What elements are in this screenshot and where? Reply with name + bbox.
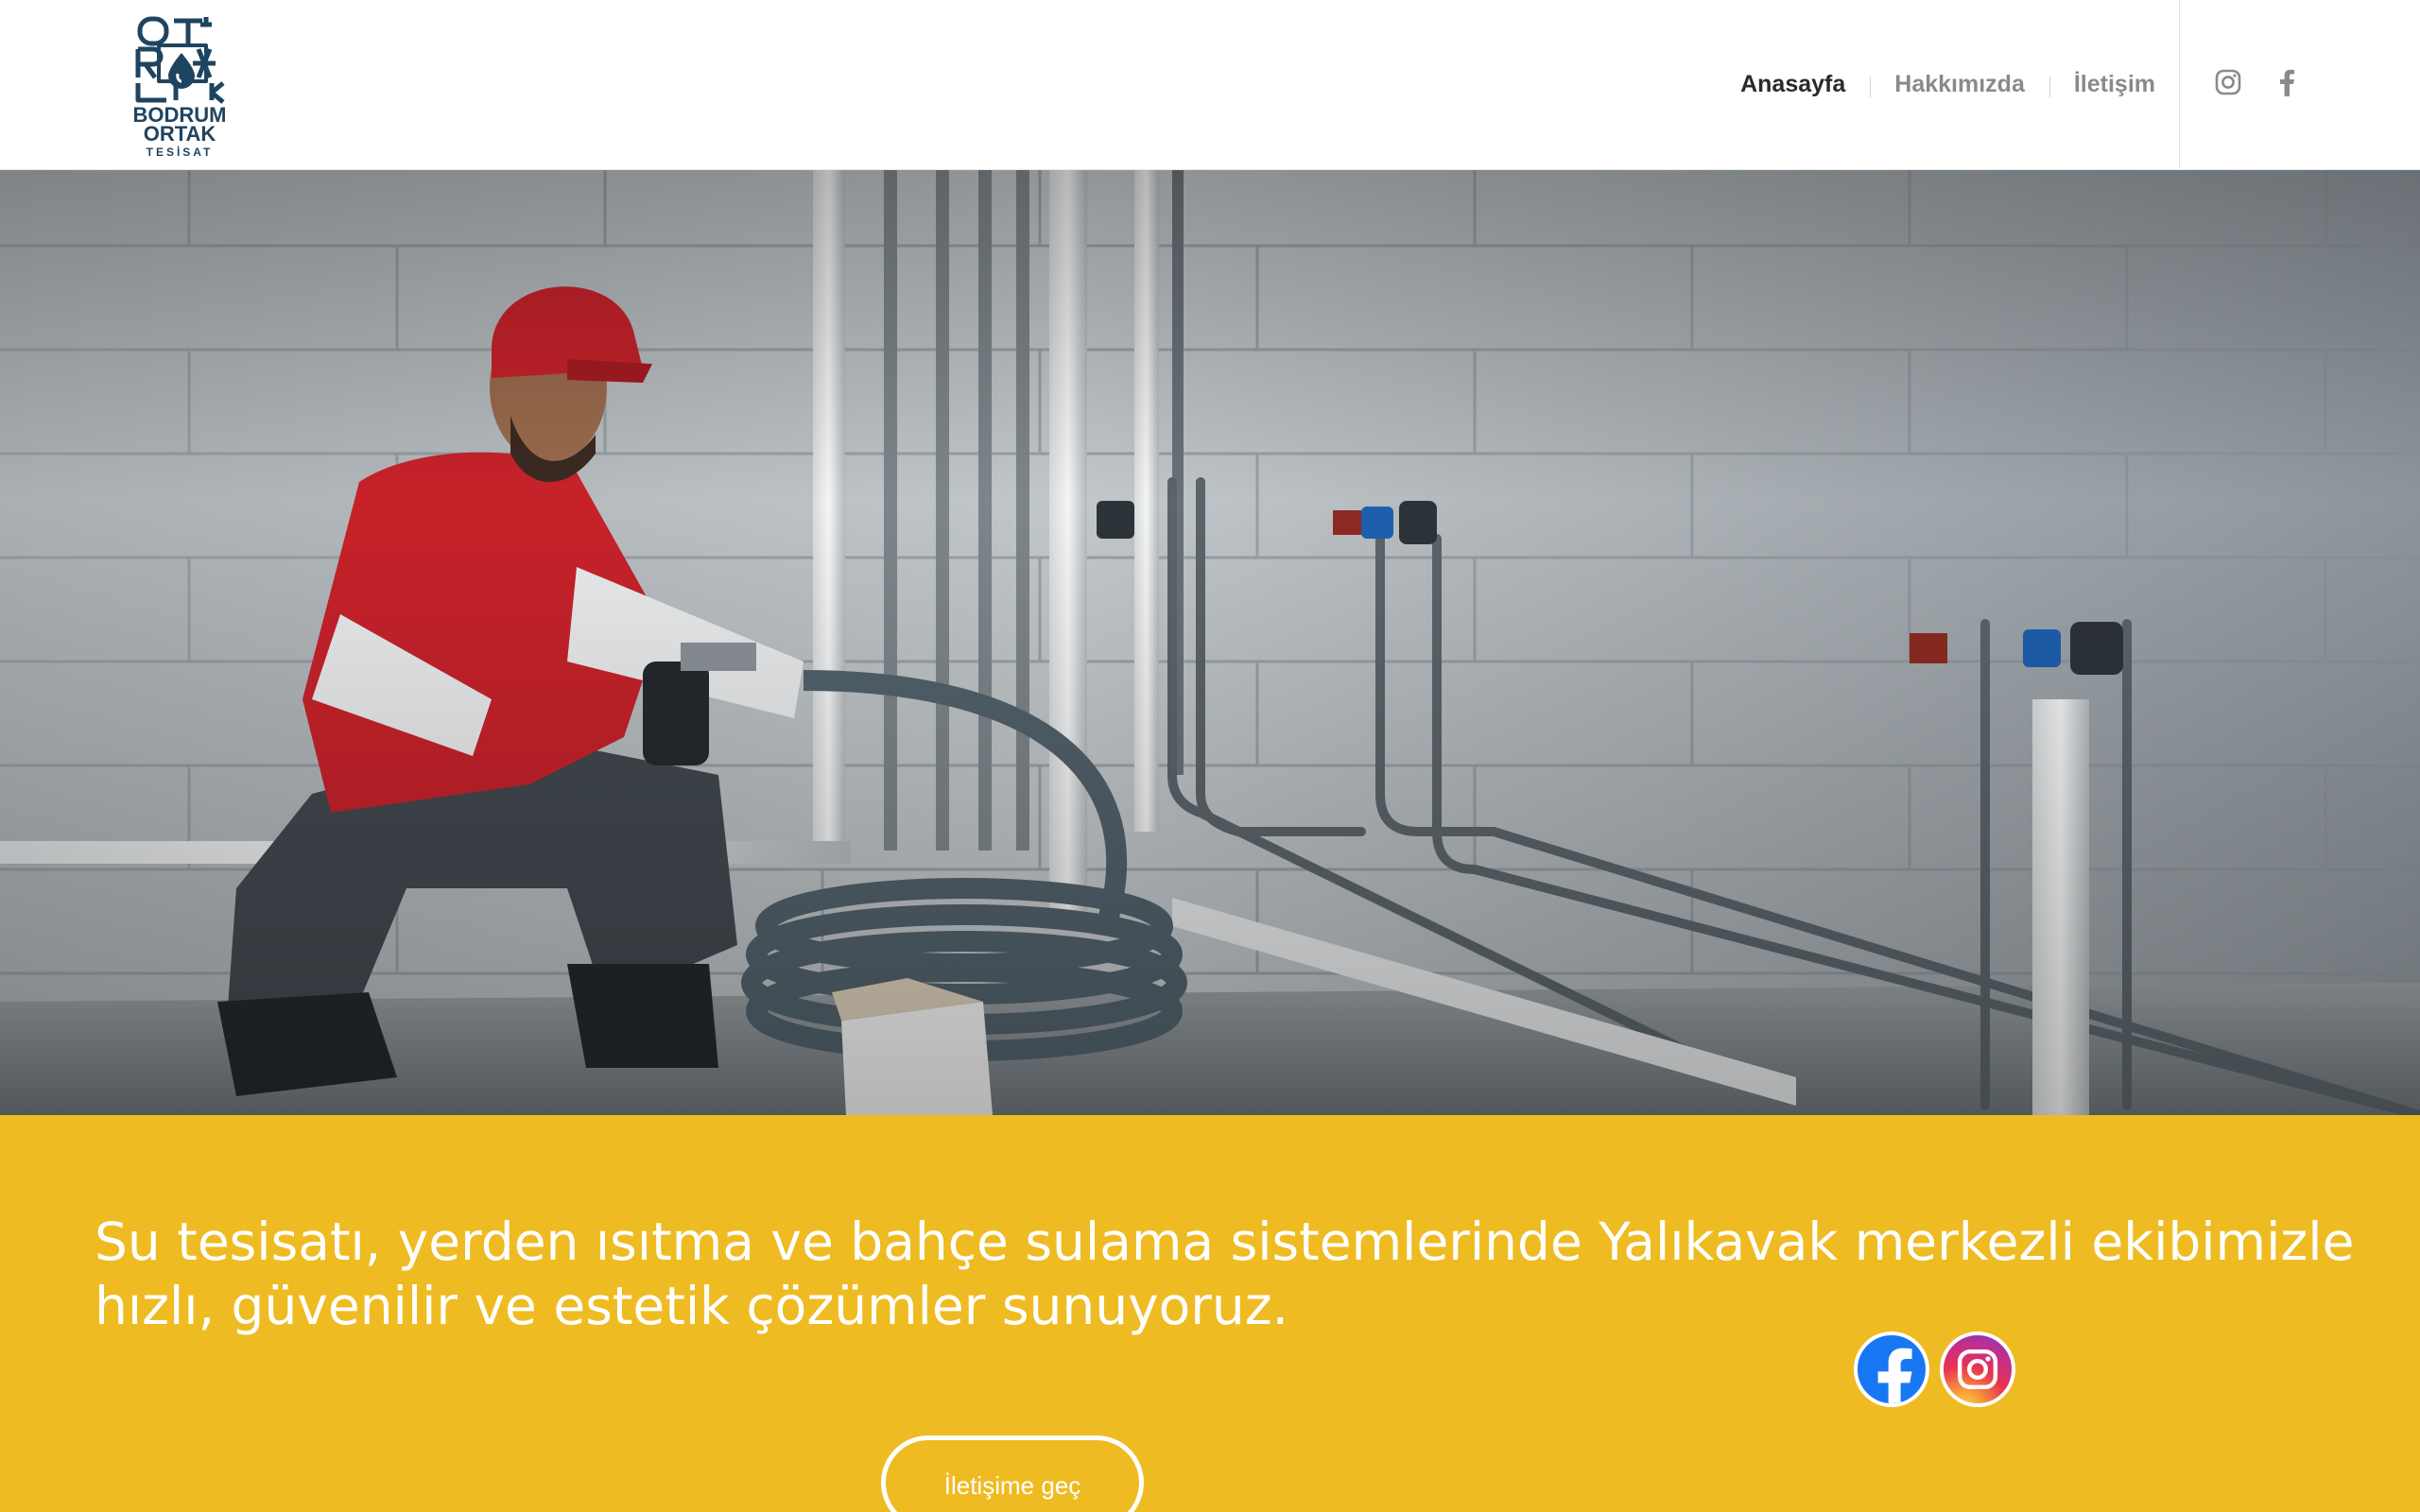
nav-item-hakkimizda[interactable]: Hakkımızda (1870, 71, 2049, 98)
logo-mark-icon (135, 16, 225, 104)
site-logo[interactable]: BODRUM ORTAK TESİSAT (125, 11, 234, 159)
instagram-icon[interactable] (2212, 66, 2244, 98)
hero-image (0, 170, 2420, 1115)
contact-cta-button[interactable]: İletişime geç (881, 1435, 1144, 1512)
nav-item-iletisim[interactable]: İletişim (2048, 71, 2180, 98)
plumber-hero-illustration (0, 170, 2420, 1115)
nav-item-anasayfa[interactable]: Anasayfa (1716, 71, 1870, 98)
facebook-icon[interactable] (2271, 66, 2303, 98)
logo-text-ortak: ORTAK (143, 122, 216, 146)
site-header: BODRUM ORTAK TESİSAT Anasayfa Hakkımızda… (0, 0, 2420, 170)
facebook-icon (1877, 1348, 1912, 1403)
logo-text-tesisat: TESİSAT (146, 146, 214, 159)
intro-tagline: Su tesisatı, yerden ısıtma ve bahçe sula… (95, 1211, 2355, 1336)
instagram-round-icon[interactable] (1940, 1332, 2015, 1407)
header-social-links (2212, 57, 2303, 108)
main-nav: Anasayfa Hakkımızda İletişim (1716, 0, 2180, 168)
intro-band: Su tesisatı, yerden ısıtma ve bahçe sula… (0, 1115, 2420, 1512)
instagram-icon (1957, 1349, 1998, 1390)
header-divider (2179, 0, 2180, 168)
facebook-round-icon[interactable] (1854, 1332, 1929, 1407)
